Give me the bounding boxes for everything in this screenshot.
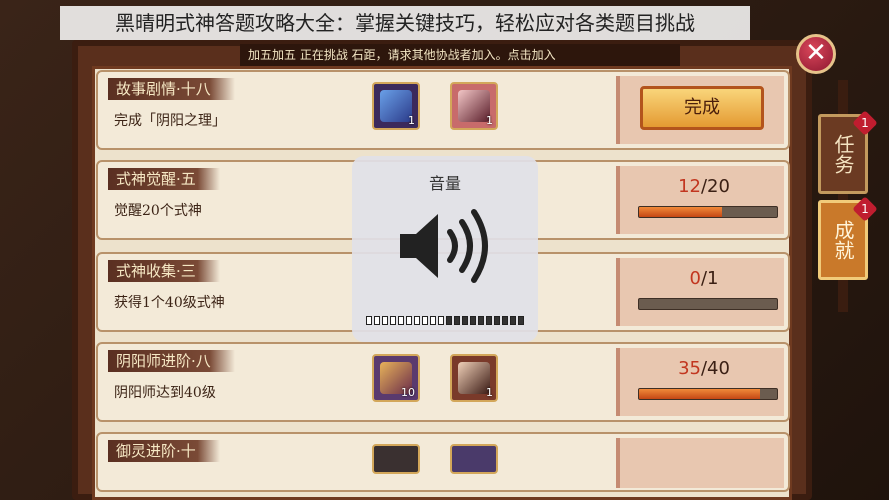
volume-segment bbox=[438, 316, 444, 325]
volume-segment bbox=[382, 316, 388, 325]
volume-segment bbox=[446, 316, 452, 325]
task-row: 阴阳师进阶·八 阴阳师达到40级 10 1 35/40 bbox=[96, 342, 790, 422]
task-description: 觉醒20个式神 bbox=[114, 203, 202, 219]
progress-current: 35 bbox=[678, 358, 701, 379]
volume-segment bbox=[494, 316, 500, 325]
progress-total: /20 bbox=[700, 176, 730, 197]
volume-segment bbox=[414, 316, 420, 325]
progress-text: 0/1 bbox=[620, 268, 788, 289]
task-title: 阴阳师进阶·八 bbox=[108, 350, 235, 372]
volume-segment bbox=[486, 316, 492, 325]
task-row: 御灵进阶·十 bbox=[96, 432, 790, 492]
progress-text: 35/40 bbox=[620, 358, 788, 379]
progress-bar-fill bbox=[639, 389, 760, 399]
volume-segment bbox=[470, 316, 476, 325]
volume-segment bbox=[518, 316, 524, 325]
summon-ticket-icon[interactable]: 10 bbox=[372, 354, 420, 402]
volume-segment bbox=[478, 316, 484, 325]
volume-meter bbox=[366, 316, 524, 325]
shikigami-portrait-icon[interactable]: 1 bbox=[450, 82, 498, 130]
volume-segment bbox=[430, 316, 436, 325]
task-row: 故事剧情·十八 完成「阴阳之理」 1 1 完成 bbox=[96, 70, 790, 150]
task-title: 故事剧情·十八 bbox=[108, 78, 235, 100]
task-title: 式神觉醒·五 bbox=[108, 168, 220, 190]
progress-total: /40 bbox=[700, 358, 730, 379]
notification-badge: 1 bbox=[852, 196, 878, 222]
volume-segment bbox=[406, 316, 412, 325]
tab-label: 任务 bbox=[831, 134, 855, 174]
task-description: 阴阳师达到40级 bbox=[114, 385, 216, 401]
progress-bar bbox=[638, 298, 778, 310]
volume-segment bbox=[510, 316, 516, 325]
progress-current: 12 bbox=[678, 176, 701, 197]
task-description: 获得1个40级式神 bbox=[114, 295, 225, 311]
game-scene: 加五加五 正在挑战 石距，请求其他协战者加入。点击加入 故事剧情·十八 完成「阴… bbox=[0, 0, 889, 500]
volume-segment bbox=[422, 316, 428, 325]
speaker-icon bbox=[400, 209, 488, 283]
progress-bar bbox=[638, 388, 778, 400]
task-title: 御灵进阶·十 bbox=[108, 440, 220, 462]
task-status-area: 0/1 bbox=[616, 258, 784, 326]
progress-current: 0 bbox=[689, 268, 701, 289]
reward-item-icon[interactable] bbox=[450, 444, 498, 474]
scroll-item-icon[interactable]: 1 bbox=[372, 82, 420, 130]
progress-bar-fill bbox=[639, 207, 722, 217]
reward-item-icon[interactable] bbox=[372, 444, 420, 474]
coop-request-banner[interactable]: 加五加五 正在挑战 石距，请求其他协战者加入。点击加入 bbox=[248, 46, 556, 63]
volume-segment bbox=[398, 316, 404, 325]
task-description: 完成「阴阳之理」 bbox=[114, 113, 226, 129]
volume-segment bbox=[502, 316, 508, 325]
article-title-overlay: 黑晴明式神答题攻略大全：掌握关键技巧，轻松应对各类题目挑战 bbox=[60, 6, 750, 40]
task-status-area: 35/40 bbox=[616, 348, 784, 416]
progress-total: /1 bbox=[700, 268, 719, 289]
volume-segment bbox=[390, 316, 396, 325]
task-status-area bbox=[616, 438, 784, 488]
progress-text: 12/20 bbox=[620, 176, 788, 197]
complete-button[interactable]: 完成 bbox=[640, 86, 764, 130]
tab-label: 成就 bbox=[831, 220, 855, 260]
task-status-area: 12/20 bbox=[616, 166, 784, 234]
volume-label: 音量 bbox=[428, 174, 461, 193]
task-status-area: 完成 bbox=[616, 76, 784, 144]
notification-badge: 1 bbox=[852, 110, 878, 136]
volume-segment bbox=[374, 316, 380, 325]
volume-segment bbox=[366, 316, 372, 325]
shikigami-portrait-icon[interactable]: 1 bbox=[450, 354, 498, 402]
progress-bar bbox=[638, 206, 778, 218]
volume-hud: 音量 bbox=[352, 156, 538, 342]
volume-segment bbox=[462, 316, 468, 325]
volume-segment bbox=[454, 316, 460, 325]
close-button[interactable]: ✕ bbox=[796, 34, 836, 74]
task-title: 式神收集·三 bbox=[108, 260, 220, 282]
